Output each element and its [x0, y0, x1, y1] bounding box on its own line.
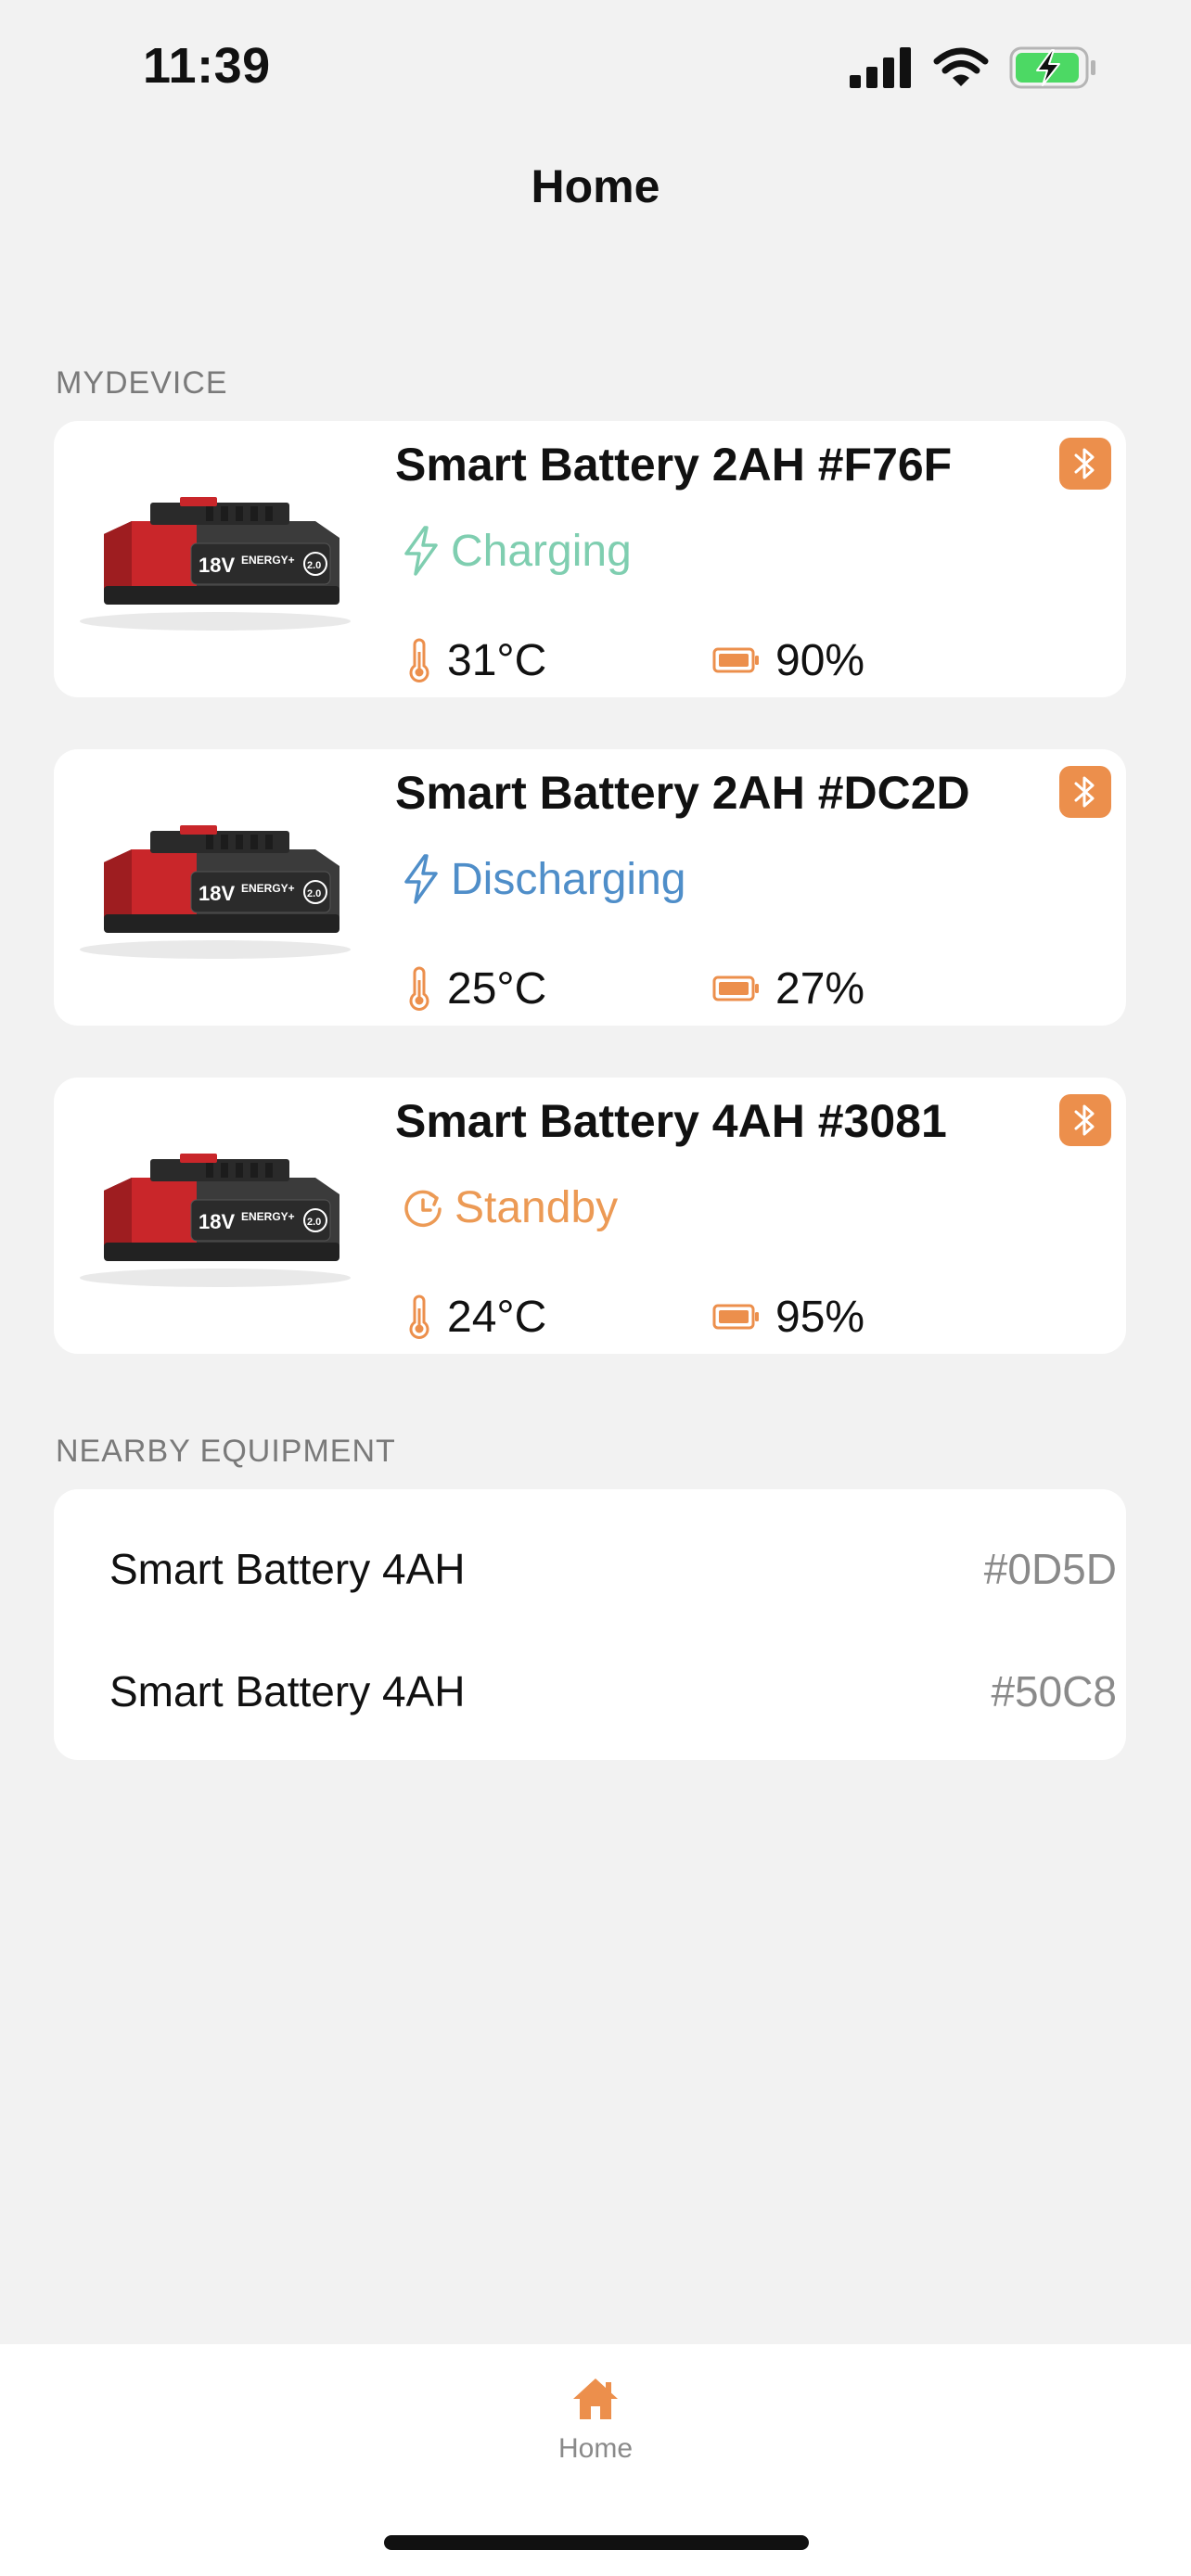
battery-voltage-label: 18V [198, 554, 235, 577]
device-card[interactable]: 18V ENERGY+ 2.0 Smart Battery 2AH #DC2D … [54, 749, 1126, 1026]
thermometer-icon [409, 1294, 429, 1339]
battery-pack-image: 18V ENERGY+ 2.0 [80, 1154, 351, 1287]
bluetooth-badge [1059, 766, 1111, 818]
battery-level-icon [712, 976, 759, 1001]
battery-pack-image: 18V ENERGY+ 2.0 [80, 497, 351, 631]
status-bar: 11:39 [0, 0, 1191, 139]
device-name: Smart Battery 2AH #DC2D [395, 767, 970, 819]
tab-home-label: Home [557, 2433, 634, 2464]
battery-level-metric: 27% [712, 963, 864, 1014]
nearby-item-id: #0D5D [983, 1545, 1117, 1593]
battery-capacity-label: 2.0 [307, 1217, 321, 1228]
page-title: Home [531, 160, 660, 212]
device-card[interactable]: 18V ENERGY+ 2.0 Smart Battery 4AH #3081 … [54, 1078, 1126, 1354]
battery-charging-icon [1009, 46, 1095, 89]
nearby-equipment-list: Smart Battery 4AH #0D5D Smart Battery 4A… [54, 1489, 1126, 1760]
device-status-text: Charging [451, 526, 632, 576]
bluetooth-icon [1074, 448, 1095, 479]
device-metrics: 25°C 27% [406, 961, 1056, 1016]
lightning-icon [404, 854, 438, 904]
thermometer-icon [409, 966, 429, 1011]
home-indicator [384, 2535, 809, 2550]
battery-level-value: 90% [775, 635, 865, 685]
temperature-metric: 25°C [406, 963, 712, 1014]
battery-brand-label: ENERGY+ [241, 882, 295, 895]
battery-capacity-label: 2.0 [307, 888, 321, 899]
temperature-metric: 31°C [406, 635, 712, 686]
battery-level-metric: 95% [712, 1292, 864, 1343]
temperature-value: 31°C [447, 635, 547, 685]
home-screen: 11:39 Home MYDEVICE 18V ENERGY+ 2.0 Smar… [0, 0, 1191, 2576]
bluetooth-badge [1059, 438, 1111, 490]
device-card[interactable]: 18V ENERGY+ 2.0 Smart Battery 2AH #F76F … [54, 421, 1126, 697]
device-status-text: Discharging [451, 854, 686, 904]
temperature-metric: 24°C [406, 1292, 712, 1343]
bluetooth-icon [1074, 1104, 1095, 1136]
lightning-icon [404, 526, 438, 576]
wifi-icon [933, 47, 989, 86]
nearby-item-name: Smart Battery 4AH [109, 1545, 466, 1593]
battery-level-metric: 90% [712, 635, 864, 686]
home-icon [573, 2378, 618, 2419]
section-header-my-device: MYDEVICE [56, 365, 228, 401]
device-name: Smart Battery 2AH #F76F [395, 439, 953, 491]
battery-level-icon [712, 1304, 759, 1330]
battery-pack-image: 18V ENERGY+ 2.0 [80, 825, 351, 959]
clock-icon [404, 1190, 442, 1228]
device-status: Discharging [401, 853, 685, 905]
status-icons [850, 46, 1098, 89]
device-metrics: 24°C 95% [406, 1289, 1056, 1345]
bluetooth-badge [1059, 1094, 1111, 1146]
device-status-text: Standby [455, 1182, 619, 1232]
section-header-nearby: NEARBY EQUIPMENT [56, 1434, 396, 1469]
bluetooth-icon [1074, 776, 1095, 808]
device-name: Smart Battery 4AH #3081 [395, 1095, 947, 1147]
cellular-signal-icon [850, 47, 911, 88]
device-status: Standby [401, 1181, 618, 1233]
nearby-item-name: Smart Battery 4AH [109, 1667, 466, 1715]
battery-brand-label: ENERGY+ [241, 554, 295, 567]
temperature-value: 25°C [447, 963, 547, 1014]
tab-home[interactable]: Home [503, 2376, 688, 2465]
battery-voltage-label: 18V [198, 882, 235, 905]
battery-brand-label: ENERGY+ [241, 1210, 295, 1223]
battery-level-value: 95% [775, 1292, 865, 1342]
battery-level-icon [712, 647, 759, 673]
battery-capacity-label: 2.0 [307, 560, 321, 571]
battery-voltage-label: 18V [198, 1210, 235, 1233]
battery-level-value: 27% [775, 963, 865, 1014]
thermometer-icon [409, 638, 429, 682]
device-status: Charging [401, 525, 632, 577]
nearby-item[interactable]: Smart Battery 4AH #0D5D [109, 1532, 1117, 1606]
device-metrics: 31°C 90% [406, 632, 1056, 688]
status-time: 11:39 [143, 38, 271, 94]
temperature-value: 24°C [447, 1292, 547, 1342]
nearby-item-id: #50C8 [991, 1667, 1117, 1715]
nearby-item[interactable]: Smart Battery 4AH #50C8 [109, 1654, 1117, 1728]
